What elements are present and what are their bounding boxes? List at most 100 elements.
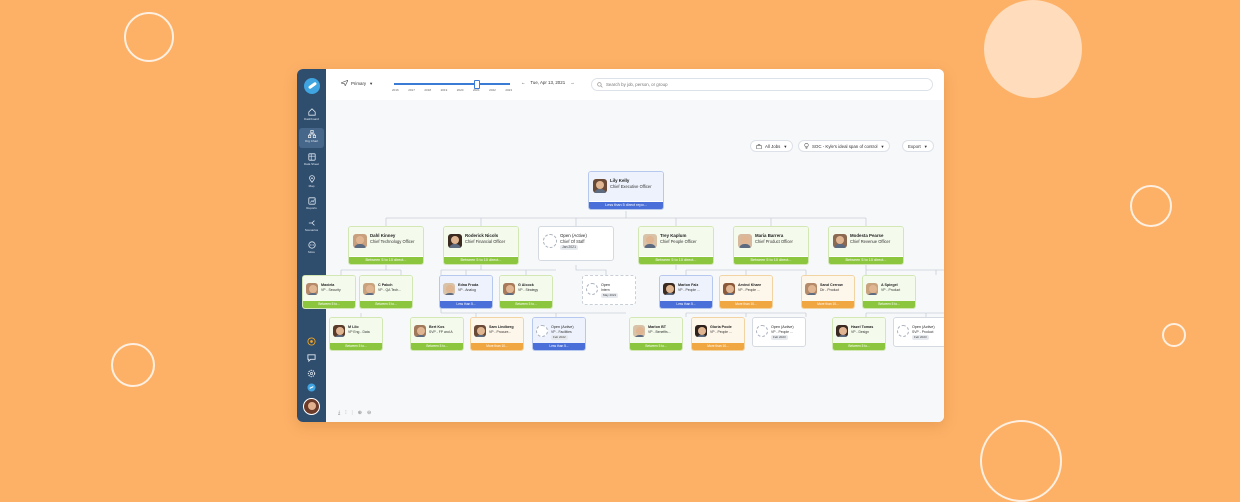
user-avatar[interactable] bbox=[303, 398, 320, 415]
org-node-open-svp-product[interactable]: Open (Active) SVP - Product Feb 2023 bbox=[893, 317, 944, 347]
decorative-ring bbox=[111, 343, 155, 387]
lightbulb-icon bbox=[804, 143, 809, 149]
sidebar-item-org-chart[interactable]: Org Chart bbox=[299, 128, 324, 148]
employee-photo bbox=[738, 234, 752, 248]
employee-photo bbox=[448, 234, 462, 248]
current-date[interactable]: Tue, Apr 13, 2021 bbox=[530, 80, 565, 85]
brand-logo-icon[interactable] bbox=[304, 78, 320, 94]
empty-position-icon bbox=[756, 325, 768, 337]
sidebar-item-scenarios[interactable]: Scenarios bbox=[299, 217, 324, 237]
app-window: Dashboard Org Chart Data Sheet Map Repor… bbox=[297, 69, 944, 422]
employee-photo bbox=[633, 325, 645, 337]
org-node-cfo[interactable]: Roderick Nicols Chief Financial Officer B… bbox=[443, 226, 519, 265]
top-bar: Primary ▼ 2016 2017 2018 2019 2020 2021 … bbox=[326, 69, 944, 101]
org-node-vp-eng-data[interactable]: M Lilo VP Eng - Data Between 5 to... bbox=[329, 317, 383, 351]
org-chart-canvas[interactable]: All Jobs ▼ SOC - Kyle's ideal span of co… bbox=[302, 100, 944, 422]
org-node-cpo[interactable]: Trey Kaplum Chief People Officer Between … bbox=[638, 226, 714, 265]
export-button[interactable]: Export ▼ bbox=[902, 140, 934, 152]
org-node-vp-people-3[interactable]: Gloria Poole VP - People ... More than 10… bbox=[691, 317, 745, 351]
employee-photo bbox=[723, 283, 735, 295]
briefcase-icon bbox=[756, 143, 762, 149]
decorative-ring bbox=[980, 420, 1062, 502]
reports-icon bbox=[307, 197, 316, 205]
chat-icon[interactable] bbox=[307, 353, 316, 362]
span-status-badge: Less than 5 direct repo... bbox=[589, 202, 663, 209]
org-node-vp-people-1[interactable]: Marlon Falz VP - People ... Less than 5..… bbox=[659, 275, 713, 309]
span-of-control-filter[interactable]: SOC - Kyle's ideal span of control ▼ bbox=[798, 140, 891, 152]
empty-position-icon bbox=[897, 325, 909, 337]
span-status-badge: Between 5 to... bbox=[500, 301, 552, 308]
org-node-svp-fpa[interactable]: Bert Kos SVP - FP and A Between 5 to... bbox=[410, 317, 464, 351]
org-node-cro[interactable]: Modesta Pearse Chief Revenue Officer Betw… bbox=[828, 226, 904, 265]
org-node-vp-benefits[interactable]: Marlon BT VP - Benefits... Between 5 to..… bbox=[629, 317, 683, 351]
scenarios-icon bbox=[308, 220, 315, 226]
employee-photo bbox=[353, 234, 367, 248]
zoom-in-icon[interactable]: ⊕ bbox=[358, 410, 362, 416]
arrow-left-icon[interactable]: ← bbox=[521, 80, 525, 85]
employee-photo bbox=[474, 325, 486, 337]
download-icon[interactable]: ⤓ bbox=[338, 410, 340, 416]
org-node-vp-design[interactable]: Hazel Tomas VP - Design Between 5 to... bbox=[832, 317, 886, 351]
employee-photo bbox=[866, 283, 878, 295]
org-node-vp-security[interactable]: Maxiela VP - Security Between 5 to... bbox=[302, 275, 356, 309]
org-node-dir-product[interactable]: Sand Cerrow Dir - Product More than 10... bbox=[801, 275, 855, 309]
org-node-vp-procurement[interactable]: Sam Lindberg VP - Procure... More than 10… bbox=[470, 317, 524, 351]
sidebar-item-dashboard[interactable]: Dashboard bbox=[299, 106, 324, 126]
org-node-vp-analog[interactable]: Edna Froda VP - Analog Less than 5... bbox=[439, 275, 493, 309]
org-node-cto[interactable]: Dahl Kinney Chief Technology Officer Betw… bbox=[348, 226, 424, 265]
org-node-open-vp-people[interactable]: Open (Active) VP - People ... Feb 2023 bbox=[752, 317, 806, 347]
span-status-badge: Between 5 to 10 direct... bbox=[444, 257, 518, 264]
sidebar-item-data-sheet[interactable]: Data Sheet bbox=[299, 151, 324, 171]
org-node-vp-strategy[interactable]: G Alcock VP - Strategy Between 5 to... bbox=[499, 275, 553, 309]
employee-photo bbox=[663, 283, 675, 295]
all-jobs-filter[interactable]: All Jobs ▼ bbox=[750, 140, 794, 152]
org-node-chief-product-officer[interactable]: Maria Barrera Chief Product Officer Betwe… bbox=[733, 226, 809, 265]
data-sheet-icon bbox=[307, 153, 316, 161]
date-tag: Feb 2023 bbox=[912, 335, 929, 340]
plane-icon bbox=[341, 80, 348, 86]
org-node-vp-product[interactable]: A Spiegel VP - Product Between 5 to... bbox=[862, 275, 916, 309]
org-node-ceo[interactable]: Lily Kelly Chief Executive Officer Less … bbox=[588, 171, 664, 210]
span-status-badge: Less than 5... bbox=[660, 301, 712, 308]
span-status-badge: Less than 5... bbox=[533, 343, 585, 350]
org-node-open-vp-facilities[interactable]: Open (Active) VP - Facilities Feb 2022 Les… bbox=[532, 317, 586, 351]
home-icon bbox=[307, 108, 316, 116]
span-status-badge: Between 5 to... bbox=[330, 343, 382, 350]
timeline-slider[interactable]: 2016 2017 2018 2019 2020 2021 2022 2023 bbox=[392, 77, 512, 93]
org-node-open-intern[interactable]: Open Intern May 2021 bbox=[582, 275, 636, 305]
span-status-badge: More than 10... bbox=[802, 301, 854, 308]
timeline-track bbox=[394, 83, 510, 85]
chevron-down-icon: ▼ bbox=[880, 143, 885, 149]
sidebar-item-reports[interactable]: Reports bbox=[299, 195, 324, 215]
span-status-badge: Between 5 to... bbox=[360, 301, 412, 308]
span-status-badge: Between 5 to 10 direct... bbox=[829, 257, 903, 264]
employee-photo bbox=[805, 283, 817, 295]
org-node-vp-qa[interactable]: C Pakch VP - QA Tech... Between 5 to... bbox=[359, 275, 413, 309]
arrow-right-icon[interactable]: → bbox=[570, 80, 574, 85]
org-node-open-chief-of-staff[interactable]: Open (Active) Chief Of Staff Jan 2021 bbox=[538, 226, 614, 261]
sidebar-item-map[interactable]: Map bbox=[299, 173, 324, 193]
brand-icon[interactable] bbox=[307, 383, 316, 392]
span-status-badge: Between 5 to 10 direct... bbox=[349, 257, 423, 264]
decorative-ring bbox=[1130, 185, 1172, 227]
empty-position-icon bbox=[543, 234, 557, 248]
map-pin-icon bbox=[308, 175, 315, 183]
date-tag: Jan 2021 bbox=[560, 245, 578, 250]
sidebar-item-more[interactable]: More bbox=[299, 239, 324, 259]
span-status-badge: More than 10... bbox=[692, 343, 744, 350]
org-node-vp-people-2[interactable]: Arvind Khare VP - People ... More than 10… bbox=[719, 275, 773, 309]
target-icon[interactable] bbox=[307, 337, 316, 346]
employee-photo bbox=[695, 325, 707, 337]
span-status-badge: Between 5 to... bbox=[863, 301, 915, 308]
empty-position-icon bbox=[536, 325, 548, 337]
search-input[interactable] bbox=[606, 82, 906, 87]
employee-photo bbox=[443, 283, 455, 295]
decorative-blob bbox=[984, 0, 1082, 98]
span-status-badge: Between 5 to... bbox=[303, 301, 355, 308]
span-status-badge: Less than 5... bbox=[440, 301, 492, 308]
zoom-out-icon[interactable]: ⊖ bbox=[367, 410, 371, 416]
settings-icon[interactable] bbox=[307, 369, 316, 378]
layout-toggle-icon[interactable]: ⫶ bbox=[345, 410, 346, 416]
employee-photo bbox=[306, 283, 318, 295]
view-dropdown[interactable]: Primary ▼ bbox=[341, 80, 373, 86]
